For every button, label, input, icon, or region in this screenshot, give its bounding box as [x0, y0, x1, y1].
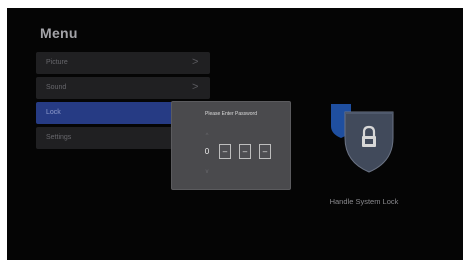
digit-up-arrow-icon[interactable]: ^	[204, 133, 210, 139]
menu-item-picture[interactable]: Picture >	[36, 52, 210, 74]
lock-caption: Handle System Lock	[329, 197, 399, 206]
menu-item-label: Lock	[46, 109, 61, 116]
padlock-shield-icon	[331, 104, 394, 173]
password-dialog: Please Enter Password ^ 0 – – – v	[171, 101, 291, 190]
pin-digit-3[interactable]: –	[239, 144, 251, 159]
pin-digit-1[interactable]: 0	[201, 144, 213, 159]
menu-item-label: Sound	[46, 84, 67, 91]
menu-item-label: Settings	[46, 134, 72, 141]
tv-screen: Menu Picture > Sound > Lock Settings Ple…	[7, 8, 463, 260]
pin-digit-2[interactable]: –	[219, 144, 231, 159]
chevron-right-icon: >	[192, 56, 199, 68]
menu-item-sound[interactable]: Sound >	[36, 77, 210, 99]
digit-down-arrow-icon[interactable]: v	[204, 169, 210, 175]
menu-item-label: Picture	[46, 59, 68, 66]
chevron-right-icon: >	[192, 81, 199, 93]
pin-digit-4[interactable]: –	[259, 144, 271, 159]
menu-title: Menu	[40, 25, 78, 41]
dialog-title: Please Enter Password	[205, 111, 257, 117]
